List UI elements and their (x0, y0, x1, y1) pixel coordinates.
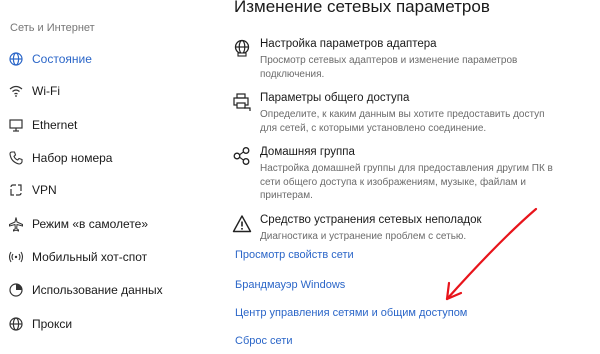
sidebar-item-label: Прокси (32, 317, 73, 331)
phone-icon (8, 150, 24, 166)
main-content: Изменение сетевых параметров Настройка п… (220, 0, 600, 354)
sidebar-item-data-usage[interactable]: Использование данных (0, 275, 215, 305)
link-view-network-properties[interactable]: Просмотр свойств сети (235, 249, 354, 261)
sidebar-item-wifi[interactable]: Wi-Fi (0, 76, 215, 106)
sidebar-item-label: Ethernet (32, 118, 78, 132)
option-title: Средство устранения сетевых неполадок (260, 214, 482, 226)
sidebar: Сеть и Интернет Состояние Wi-Fi Ethernet… (0, 0, 220, 354)
sidebar-section-title: Сеть и Интернет (10, 22, 95, 34)
option-adapter-settings[interactable]: Настройка параметров адаптера Просмотр с… (232, 38, 592, 80)
option-title: Настройка параметров адаптера (260, 38, 437, 50)
option-sharing-options[interactable]: Параметры общего доступа Определите, к к… (232, 92, 592, 134)
option-network-troubleshooter[interactable]: Средство устранения сетевых неполадок Ди… (232, 214, 592, 244)
link-network-reset[interactable]: Сброс сети (235, 335, 292, 347)
option-description: Диагностика и устранение проблем с сетью… (260, 231, 467, 242)
adapter-globe-icon (232, 38, 252, 58)
sidebar-item-dialup[interactable]: Набор номера (0, 143, 215, 173)
sidebar-item-label: VPN (32, 183, 57, 197)
sidebar-item-vpn[interactable]: VPN (0, 175, 215, 205)
printer-share-icon (232, 92, 252, 112)
option-description: Настройка домашней группы для предоставл… (260, 163, 553, 201)
sidebar-item-label: Набор номера (32, 151, 113, 165)
sidebar-item-ethernet[interactable]: Ethernet (0, 110, 215, 140)
page-title: Изменение сетевых параметров (234, 0, 490, 16)
option-title: Параметры общего доступа (260, 92, 410, 104)
globe-proxy-icon (8, 316, 24, 332)
hotspot-icon (8, 249, 24, 265)
sidebar-item-label: Wi-Fi (32, 84, 60, 98)
vpn-icon (8, 182, 24, 198)
option-description: Просмотр сетевых адаптеров и изменение п… (260, 55, 518, 80)
data-usage-icon (8, 282, 24, 298)
airplane-icon (8, 216, 24, 232)
homegroup-icon (232, 146, 252, 166)
link-network-sharing-center[interactable]: Центр управления сетями и общим доступом (235, 307, 467, 319)
warning-icon (232, 214, 252, 234)
sidebar-item-proxy[interactable]: Прокси (0, 309, 215, 339)
wifi-icon (8, 83, 24, 99)
sidebar-item-status[interactable]: Состояние (0, 44, 215, 74)
ethernet-icon (8, 117, 24, 133)
sidebar-item-label: Использование данных (32, 283, 163, 297)
option-homegroup[interactable]: Домашняя группа Настройка домашней групп… (232, 146, 592, 202)
globe-icon (8, 51, 24, 67)
sidebar-item-airplane-mode[interactable]: Режим «в самолете» (0, 209, 215, 239)
option-description: Определите, к каким данным вы хотите пре… (260, 109, 545, 134)
option-title: Домашняя группа (260, 146, 355, 158)
sidebar-item-label: Мобильный хот-спот (32, 250, 148, 264)
sidebar-item-label: Режим «в самолете» (32, 217, 149, 231)
sidebar-item-mobile-hotspot[interactable]: Мобильный хот-спот (0, 242, 215, 272)
link-windows-firewall[interactable]: Брандмауэр Windows (235, 279, 345, 291)
sidebar-item-label: Состояние (32, 52, 92, 66)
